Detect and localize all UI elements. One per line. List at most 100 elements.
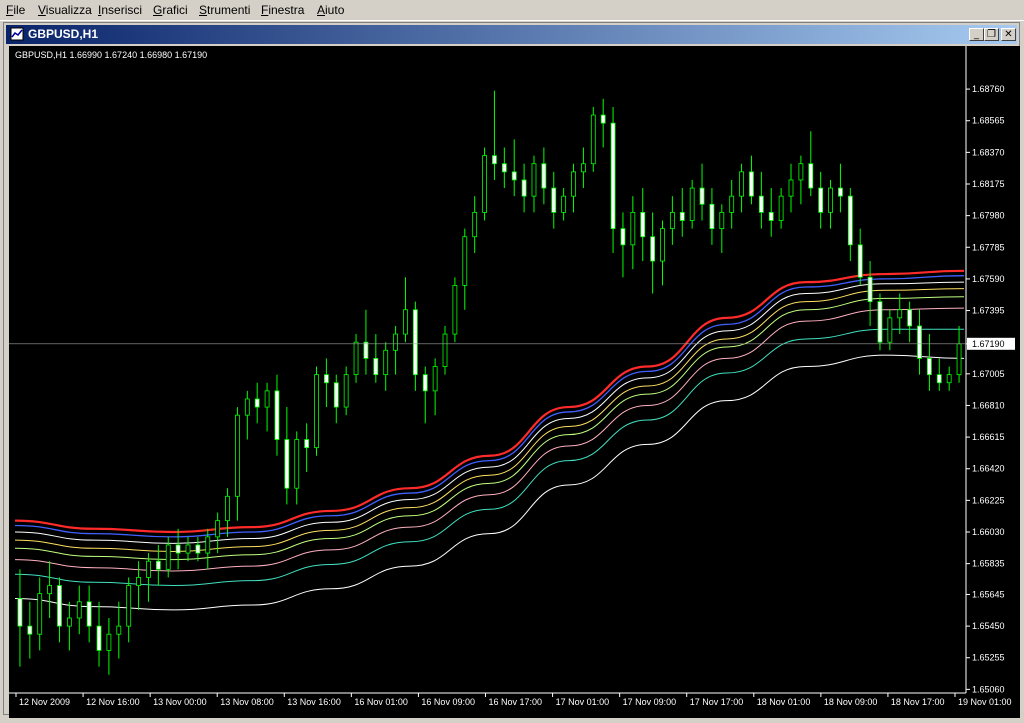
candle-body: [669, 211, 675, 230]
candle-body: [17, 598, 23, 627]
menu-file[interactable]: File: [6, 3, 25, 17]
menu-grafici[interactable]: Grafici: [153, 3, 188, 17]
menu-strumenti[interactable]: Strumenti: [199, 3, 250, 17]
current-price-label: 1.67190: [972, 339, 1005, 349]
menu-visualizza[interactable]: Visualizza: [38, 3, 92, 17]
candle-body: [660, 228, 665, 262]
candle-body: [719, 211, 725, 230]
candle-body: [758, 195, 764, 213]
time-tick-label: 18 Nov 09:00: [824, 697, 878, 707]
time-tick-label: 17 Nov 09:00: [623, 697, 677, 707]
candle-body: [571, 171, 576, 197]
window-titlebar[interactable]: GBPUSD,H1 _ ❐ ✕: [6, 25, 1017, 44]
price-chart-canvas[interactable]: GBPUSD,H1 1.66990 1.67240 1.66980 1.6719…: [9, 46, 1020, 718]
candle-body: [699, 187, 705, 205]
menu-inserisci[interactable]: Inserisci: [98, 3, 142, 17]
candle-body: [353, 341, 359, 376]
candle-body: [57, 585, 62, 627]
candle-body: [867, 276, 873, 303]
candle-body: [264, 390, 270, 408]
time-tick-label: 13 Nov 16:00: [287, 697, 341, 707]
time-tick-label: 16 Nov 01:00: [354, 697, 408, 707]
candle-body: [600, 114, 606, 124]
price-tick-label: 1.68565: [972, 116, 1005, 126]
price-tick-label: 1.65255: [972, 653, 1005, 663]
candle-body: [956, 343, 962, 376]
candle-body: [709, 203, 715, 230]
candle-body: [244, 398, 250, 416]
candle-body: [838, 187, 843, 197]
candle-body: [531, 163, 537, 197]
price-tick-label: 1.67785: [972, 242, 1005, 252]
candle-body: [482, 155, 487, 213]
time-tick-label: 16 Nov 09:00: [421, 697, 475, 707]
price-tick-label: 1.67590: [972, 274, 1005, 284]
candle-body: [373, 358, 379, 376]
time-tick-label: 18 Nov 01:00: [757, 697, 811, 707]
candle-body: [857, 244, 863, 278]
candle-body: [333, 382, 339, 408]
time-tick-label: 13 Nov 00:00: [153, 697, 207, 707]
moving-average-line: [14, 328, 964, 587]
candle-body: [185, 544, 191, 554]
candle-body: [768, 211, 774, 221]
candle-body: [462, 236, 468, 286]
candle-body: [541, 163, 547, 189]
price-tick-label: 1.65450: [972, 621, 1005, 631]
restore-button[interactable]: ❐: [984, 28, 999, 41]
candle-body: [175, 544, 181, 554]
candle-body: [225, 495, 230, 522]
price-chart[interactable]: GBPUSD,H1 1.66990 1.67240 1.66980 1.6719…: [9, 46, 1020, 718]
candle-body: [521, 179, 527, 197]
candle-body: [126, 585, 132, 627]
candle-body: [37, 593, 43, 635]
candle-body: [323, 374, 329, 384]
candle-body: [96, 625, 102, 651]
price-tick-label: 1.67005: [972, 369, 1005, 379]
candle-body: [472, 211, 478, 238]
candle-body: [551, 187, 557, 213]
chart-window-icon: [10, 27, 24, 41]
moving-average-lines: [14, 269, 965, 611]
candle-body: [116, 625, 122, 635]
candle-body: [788, 179, 794, 197]
candle-body: [165, 544, 171, 570]
candle-body: [936, 374, 942, 384]
candlesticks: [17, 90, 962, 675]
time-tick-label: 13 Nov 08:00: [220, 697, 274, 707]
candle-body: [798, 163, 804, 181]
moving-average-line: [14, 288, 965, 552]
candle-body: [304, 439, 310, 449]
candle-body: [343, 374, 349, 408]
price-tick-label: 1.66420: [972, 464, 1005, 474]
price-tick-label: 1.66030: [972, 527, 1005, 537]
price-axis: 1.68760 1.68565 1.68370 1.68175 1.67980 1.677…: [9, 46, 1015, 694]
menu-finestra[interactable]: Finestra: [261, 3, 304, 17]
chart-info-label: GBPUSD,H1 1.66990 1.67240 1.66980 1.6719…: [15, 50, 207, 60]
chart-window: GBPUSD,H1 _ ❐ ✕ GBPUSD,H1 1.66990 1.6724…: [3, 22, 1020, 718]
price-tick-label: 1.68175: [972, 179, 1005, 189]
close-button[interactable]: ✕: [1001, 28, 1016, 41]
candle-body: [946, 374, 952, 384]
price-tick-label: 1.66615: [972, 432, 1005, 442]
candle-body: [146, 560, 151, 578]
time-tick-label: 17 Nov 01:00: [556, 697, 610, 707]
candle-body: [393, 333, 398, 351]
price-tick-label: 1.67980: [972, 211, 1005, 221]
minimize-button[interactable]: _: [969, 28, 984, 41]
candle-body: [749, 171, 754, 197]
price-tick-label: 1.66225: [972, 495, 1005, 505]
candle-body: [383, 349, 389, 376]
candle-body: [215, 520, 221, 538]
candle-body: [195, 544, 201, 554]
candle-body: [610, 122, 616, 230]
candle-body: [630, 211, 636, 246]
candle-body: [501, 163, 507, 173]
menu-aiuto[interactable]: Aiuto: [317, 3, 344, 17]
price-tick-label: 1.66810: [972, 400, 1005, 410]
candle-body: [76, 601, 82, 619]
candle-body: [205, 536, 211, 554]
candle-body: [808, 163, 814, 189]
candle-body: [877, 301, 883, 343]
menu-bar: File Visualizza Inserisci Grafici Strume…: [0, 0, 1024, 21]
